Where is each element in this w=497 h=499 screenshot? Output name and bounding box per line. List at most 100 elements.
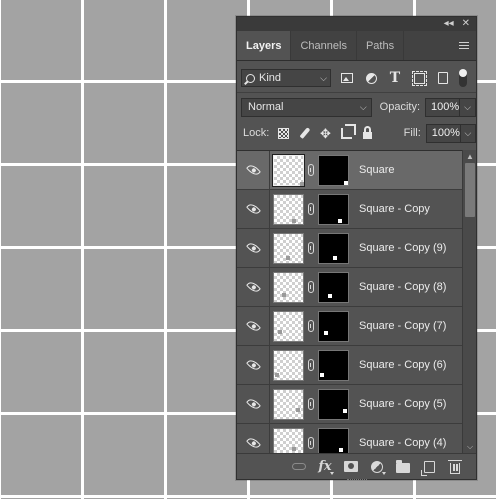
layer-thumbnail	[273, 271, 304, 303]
layer-mask-thumbnail[interactable]	[318, 388, 349, 420]
lock-row: Lock: ✥ Fill: 100% ⌵	[237, 121, 477, 145]
visibility-toggle[interactable]	[237, 424, 270, 453]
layer-row[interactable]: Square - Copy (7)	[237, 307, 462, 346]
lock-artboard-icon[interactable]	[336, 123, 357, 142]
opacity-label: Opacity:	[379, 101, 421, 113]
panel-titlebar: ◂◂ ✕	[237, 17, 476, 31]
chain-link-icon[interactable]	[304, 437, 318, 449]
blend-row: Normal ⌵ Opacity: 100% ⌵	[237, 95, 476, 119]
opacity-input[interactable]: 100%	[425, 97, 461, 117]
filter-toggle-switch[interactable]	[459, 69, 467, 87]
chain-link-icon[interactable]	[304, 359, 318, 371]
search-icon	[246, 73, 255, 83]
layer-mask-thumbnail[interactable]	[318, 349, 349, 381]
fill-value: 100%	[431, 127, 460, 139]
close-icon[interactable]: ✕	[462, 19, 470, 29]
adjustment-filter-icon[interactable]	[359, 68, 383, 88]
layer-mask-thumbnail[interactable]	[318, 310, 349, 342]
blend-mode-select[interactable]: Normal ⌵	[241, 97, 372, 117]
chain-link-icon[interactable]	[304, 242, 318, 254]
fill-input[interactable]: 100%	[425, 123, 461, 143]
lock-all-icon[interactable]	[357, 124, 378, 142]
layer-name[interactable]: Square	[359, 164, 394, 176]
resize-grip[interactable]	[347, 479, 367, 481]
lock-position-icon[interactable]: ✥	[315, 124, 336, 142]
scroll-down-icon[interactable]: ⌵	[463, 441, 477, 453]
filter-kind-label: Kind	[259, 72, 282, 84]
layer-name[interactable]: Square - Copy (4)	[359, 437, 446, 449]
link-layers-icon[interactable]	[288, 457, 310, 477]
shape-filter-icon[interactable]	[407, 68, 431, 88]
tab-paths[interactable]: Paths	[357, 31, 405, 60]
layer-thumbnail	[272, 153, 305, 187]
pixel-filter-icon[interactable]	[335, 68, 359, 88]
eye-icon	[245, 279, 261, 295]
layers-bottom-toolbar: fx	[237, 453, 476, 479]
layer-row[interactable]: Square - Copy (9)	[237, 229, 462, 268]
layer-mask-thumbnail[interactable]	[318, 193, 349, 225]
visibility-toggle[interactable]	[237, 151, 270, 189]
visibility-toggle[interactable]	[237, 385, 270, 423]
fx-icon[interactable]: fx	[314, 457, 336, 477]
adjustment-layer-icon[interactable]	[366, 457, 388, 477]
smart-object-filter-icon[interactable]	[431, 68, 455, 88]
eye-icon	[245, 318, 261, 334]
layer-name[interactable]: Square - Copy	[359, 203, 430, 215]
chain-link-icon[interactable]	[304, 398, 318, 410]
layer-thumbnail	[273, 427, 304, 453]
visibility-toggle[interactable]	[237, 190, 270, 228]
lock-transparent-pixels-icon[interactable]	[273, 124, 294, 142]
layer-row[interactable]: Square - Copy (5)	[237, 385, 462, 424]
layer-name[interactable]: Square - Copy (7)	[359, 320, 446, 332]
chevron-down-icon: ⌵	[359, 101, 367, 112]
type-filter-icon[interactable]: T	[383, 68, 407, 88]
new-layer-icon[interactable]	[418, 457, 440, 477]
chain-link-icon[interactable]	[304, 281, 318, 293]
layer-row[interactable]: Square	[237, 151, 462, 190]
layer-thumbnail	[273, 193, 304, 225]
tab-channels[interactable]: Channels	[291, 31, 357, 60]
layers-panel: ◂◂ ✕ Layers Channels Paths Kind ⌵ T Norm…	[236, 16, 477, 480]
collapse-icon[interactable]: ◂◂	[444, 19, 454, 29]
delete-layer-icon[interactable]	[444, 457, 466, 477]
layer-mask-thumbnail[interactable]	[318, 232, 349, 264]
visibility-toggle[interactable]	[237, 346, 270, 384]
opacity-dropdown-button[interactable]: ⌵	[460, 97, 476, 117]
layer-name[interactable]: Square - Copy (5)	[359, 398, 446, 410]
filter-kind-select[interactable]: Kind ⌵	[241, 69, 331, 87]
eye-icon	[245, 357, 261, 373]
visibility-toggle[interactable]	[237, 229, 270, 267]
new-group-icon[interactable]	[392, 457, 414, 477]
layer-row[interactable]: Square - Copy	[237, 190, 462, 229]
layer-thumbnail	[273, 388, 304, 420]
filter-row: Kind ⌵ T	[237, 65, 476, 91]
lock-label: Lock:	[243, 127, 270, 139]
layer-list-scrollbar[interactable]: ▲ ⌵	[462, 150, 476, 453]
eye-icon	[245, 435, 261, 451]
layer-mask-thumbnail[interactable]	[318, 427, 349, 453]
layer-mask-thumbnail[interactable]	[318, 154, 349, 186]
layer-row[interactable]: Square - Copy (8)	[237, 268, 462, 307]
tab-layers[interactable]: Layers	[237, 31, 292, 60]
visibility-toggle[interactable]	[237, 268, 270, 306]
chain-link-icon[interactable]	[304, 203, 318, 215]
layer-mask-thumbnail[interactable]	[318, 271, 349, 303]
visibility-toggle[interactable]	[237, 307, 270, 345]
layer-row[interactable]: Square - Copy (4)	[237, 424, 462, 453]
scroll-up-icon[interactable]: ▲	[463, 150, 477, 162]
chevron-down-icon: ⌵	[320, 72, 327, 83]
chain-link-icon[interactable]	[304, 164, 318, 176]
layer-list: Square Square - Copy Square - Copy (9) S…	[237, 150, 462, 453]
layer-name[interactable]: Square - Copy (6)	[359, 359, 446, 371]
lock-image-pixels-icon[interactable]	[294, 124, 315, 142]
hamburger-menu-icon[interactable]	[452, 31, 476, 60]
layer-row[interactable]: Square - Copy (6)	[237, 346, 462, 385]
opacity-value: 100%	[431, 101, 460, 113]
chain-link-icon[interactable]	[304, 320, 318, 332]
scrollbar-thumb[interactable]	[465, 163, 475, 217]
add-mask-icon[interactable]	[340, 457, 362, 477]
layer-name[interactable]: Square - Copy (8)	[359, 281, 446, 293]
layer-thumbnail	[273, 232, 304, 264]
fill-dropdown-button[interactable]: ⌵	[460, 123, 477, 143]
layer-name[interactable]: Square - Copy (9)	[359, 242, 446, 254]
